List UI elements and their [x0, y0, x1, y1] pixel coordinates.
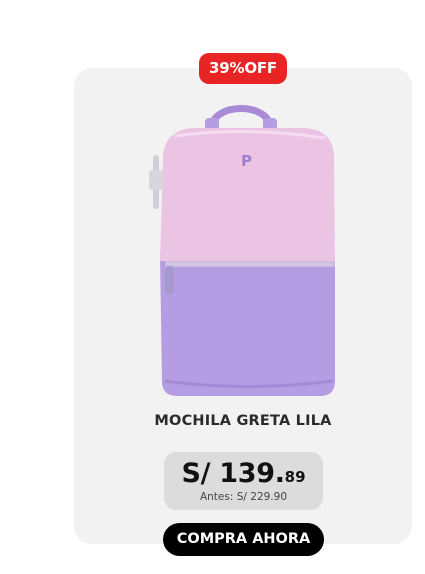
product-title: MOCHILA GRETA LILA — [154, 413, 332, 429]
price-integer: S/ 139. — [181, 458, 285, 489]
price-current: S/ 139.89 — [164, 458, 323, 489]
price-decimals: 89 — [284, 468, 306, 486]
price-box: S/ 139.89 Antes: S/ 229.90 — [164, 452, 323, 510]
buy-now-button[interactable]: COMPRA AHORA — [163, 523, 324, 556]
backpack-image[interactable]: P — [135, 96, 350, 406]
price-before: Antes: S/ 229.90 — [199, 491, 288, 503]
handle-icon — [208, 105, 274, 132]
product-page: 39%OFF P MOCHILA GRETA LILA S/ 139.89 An… — [0, 0, 425, 574]
brand-logo-icon: P — [241, 152, 252, 170]
discount-badge: 39%OFF — [199, 53, 287, 84]
